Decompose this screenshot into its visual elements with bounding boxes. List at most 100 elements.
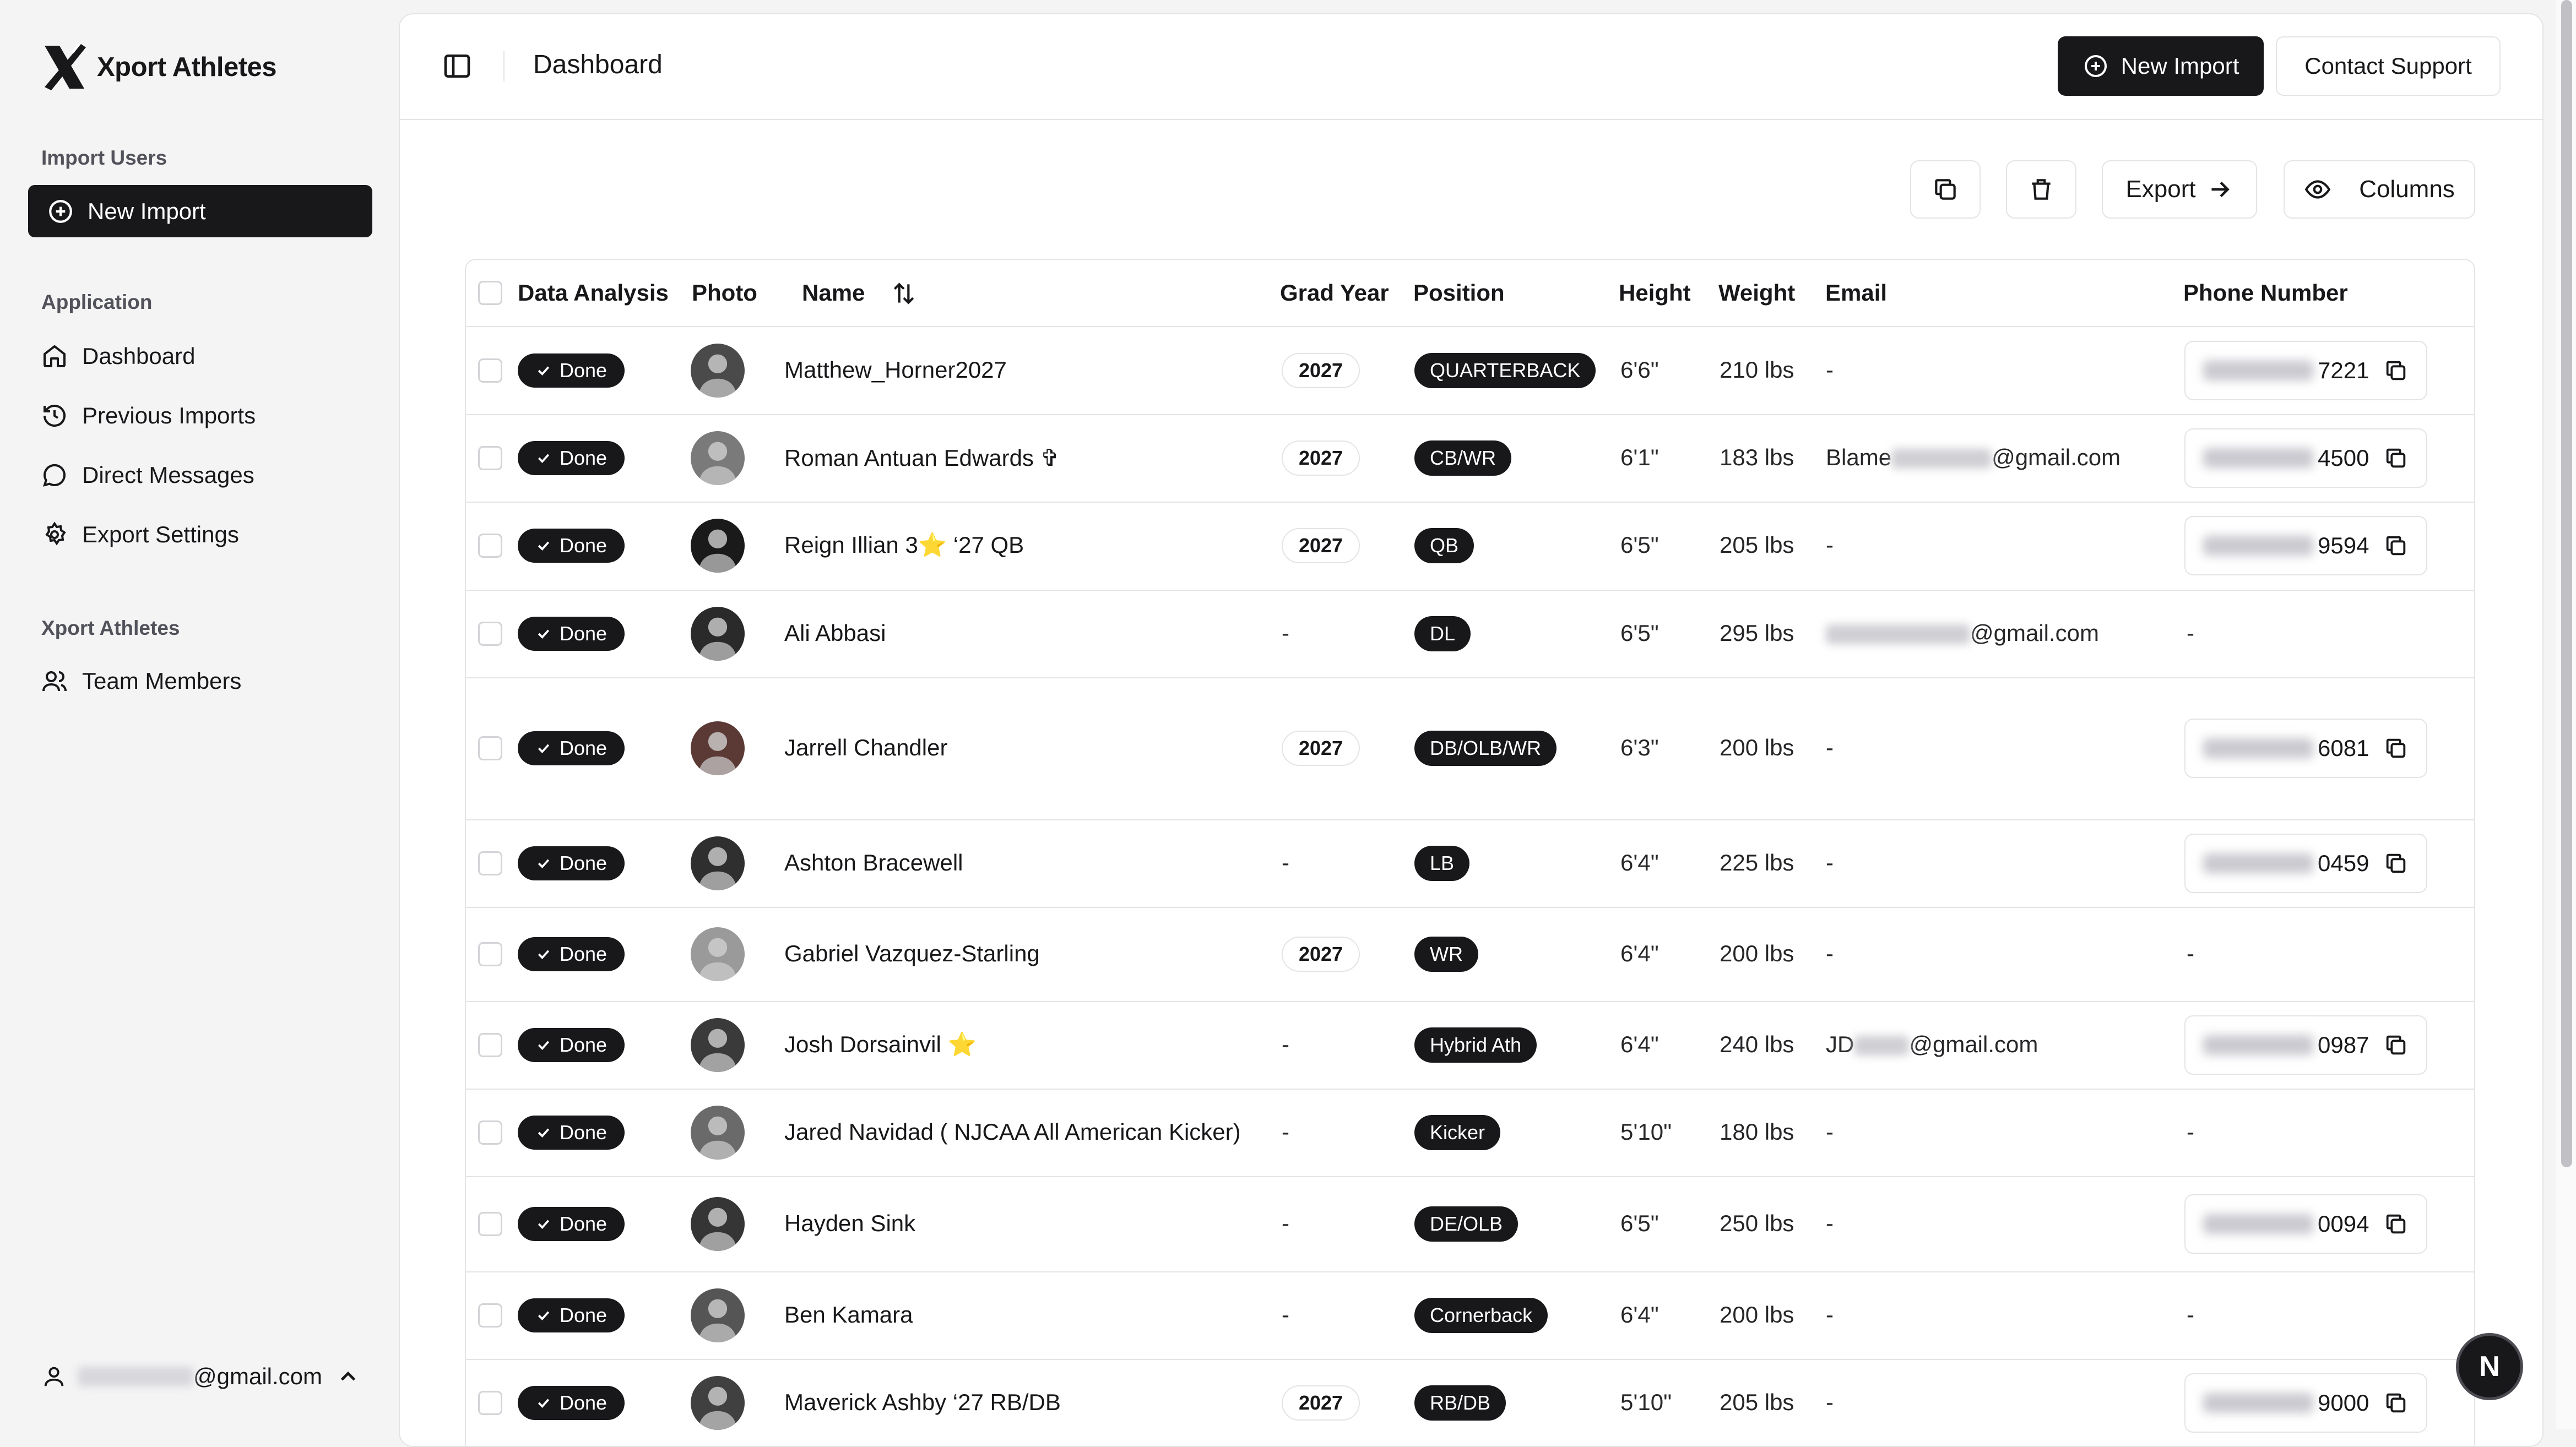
copy-icon[interactable] bbox=[2383, 1032, 2409, 1058]
row-checkbox[interactable] bbox=[478, 1032, 502, 1057]
avatar bbox=[691, 927, 745, 981]
athlete-name[interactable]: Hayden Sink bbox=[784, 1210, 915, 1237]
table-row[interactable]: Done Matthew_Horner2027 2027 QUARTERBACK 6'… bbox=[466, 327, 2474, 415]
position-badge: Kicker bbox=[1414, 1114, 1501, 1150]
phone-redacted bbox=[2203, 1035, 2313, 1055]
sidebar-item-label: Previous Imports bbox=[82, 402, 256, 428]
row-checkbox[interactable] bbox=[478, 621, 502, 646]
athlete-name[interactable]: Maverick Ashby ‘27 RB/DB bbox=[784, 1389, 1061, 1416]
email-value: - bbox=[1826, 850, 1834, 876]
table-row[interactable]: Done Ashton Bracewell - LB 6'4" 225 lbs - 04… bbox=[466, 819, 2474, 908]
check-icon bbox=[538, 1219, 550, 1229]
phone-field[interactable]: 9594 bbox=[2184, 516, 2428, 575]
scroll-thumb[interactable] bbox=[2561, 0, 2572, 1167]
height-value: 6'6" bbox=[1620, 356, 1659, 383]
phone-field[interactable]: 6081 bbox=[2184, 719, 2428, 778]
delete-button[interactable] bbox=[2006, 160, 2076, 219]
sidebar-toggle-icon[interactable] bbox=[442, 51, 473, 81]
assistant-button[interactable]: N bbox=[2459, 1336, 2520, 1397]
email-value: - bbox=[1826, 735, 1834, 761]
grad-year-badge: 2027 bbox=[1282, 352, 1360, 388]
athlete-name[interactable]: Jarrell Chandler bbox=[784, 735, 947, 761]
copy-icon[interactable] bbox=[2383, 1390, 2409, 1416]
position-badge: CB/WR bbox=[1414, 440, 1511, 476]
phone-field[interactable]: 0459 bbox=[2184, 833, 2428, 893]
row-checkbox[interactable] bbox=[478, 358, 502, 383]
copy-icon[interactable] bbox=[2383, 1211, 2409, 1237]
phone-suffix: 0459 bbox=[2318, 850, 2369, 876]
gear-icon bbox=[45, 521, 66, 546]
copy-icon[interactable] bbox=[2383, 851, 2409, 876]
table-row[interactable]: Done Ali Abbasi - DL 6'5" 295 lbs @gmail.com… bbox=[466, 590, 2474, 678]
row-checkbox[interactable] bbox=[478, 445, 502, 470]
table-row[interactable]: Done Jared Navidad ( NJCAA All American … bbox=[466, 1089, 2474, 1177]
section-application: Application bbox=[41, 291, 153, 313]
duplicate-button[interactable] bbox=[1910, 160, 1981, 219]
table-row[interactable]: Done Josh Dorsainvil ⭐️ - Hybrid Ath 6'4" 24… bbox=[466, 1001, 2474, 1090]
grad-year: - bbox=[1282, 1118, 1289, 1145]
sidebar-item-direct-messages[interactable]: Direct Messages bbox=[41, 456, 254, 494]
athlete-name[interactable]: Ali Abbasi bbox=[784, 620, 886, 646]
copy-icon[interactable] bbox=[2383, 736, 2409, 761]
sidebar-item-dashboard[interactable]: Dashboard bbox=[41, 337, 195, 376]
eye-icon bbox=[2304, 180, 2331, 199]
header-new-import-button[interactable]: New Import bbox=[2058, 36, 2264, 96]
table-row[interactable]: Done Maverick Ashby ‘27 RB/DB 2027 RB/DB 5'… bbox=[466, 1359, 2474, 1446]
export-button[interactable]: Export bbox=[2102, 160, 2257, 219]
sort-icon[interactable] bbox=[890, 280, 918, 307]
email-value: JD @gmail.com bbox=[1826, 1031, 2038, 1058]
table-row[interactable]: Done Reign Illian 3⭐️ ‘27 QB 2027 QB 6'5" 20… bbox=[466, 502, 2474, 591]
table-row[interactable]: Done Hayden Sink - DE/OLB 6'5" 250 lbs - 009… bbox=[466, 1176, 2474, 1272]
phone-field[interactable]: 0094 bbox=[2184, 1194, 2428, 1254]
copy-icon[interactable] bbox=[2383, 533, 2409, 558]
status-badge: Done bbox=[518, 616, 625, 651]
athlete-name[interactable]: Reign Illian 3⭐️ ‘27 QB bbox=[784, 532, 1024, 559]
table-row[interactable]: Done Roman Antuan Edwards ✞ 2027 CB/WR 6'1"… bbox=[466, 414, 2474, 503]
trash-icon bbox=[2032, 179, 2051, 200]
phone-suffix: 0094 bbox=[2318, 1210, 2369, 1237]
athlete-name[interactable]: Ben Kamara bbox=[784, 1302, 913, 1328]
table-row[interactable]: Done Ben Kamara - Cornerback 6'4" 200 lbs - … bbox=[466, 1271, 2474, 1360]
row-checkbox[interactable] bbox=[478, 851, 502, 875]
email-value: - bbox=[1826, 1302, 1834, 1328]
columns-button[interactable]: Columns bbox=[2284, 160, 2475, 219]
copy-icon[interactable] bbox=[2383, 358, 2409, 383]
athlete-name[interactable]: Roman Antuan Edwards ✞ bbox=[784, 444, 1060, 471]
position-badge: RB/DB bbox=[1414, 1385, 1506, 1421]
weight-value: 295 lbs bbox=[1720, 619, 1794, 646]
brand[interactable]: Xport Athletes bbox=[40, 40, 277, 95]
sidebar-item-previous-imports[interactable]: Previous Imports bbox=[41, 396, 256, 435]
grad-year-badge: 2027 bbox=[1282, 440, 1360, 476]
row-checkbox[interactable] bbox=[478, 1391, 502, 1415]
contact-support-button[interactable]: Contact Support bbox=[2276, 36, 2501, 96]
col-data-analysis: Data Analysis bbox=[518, 280, 669, 306]
status-label: Done bbox=[559, 534, 608, 557]
copy-icon[interactable] bbox=[2383, 445, 2409, 471]
row-checkbox[interactable] bbox=[478, 1120, 502, 1145]
sidebar-item-team-members[interactable]: Team Members bbox=[41, 662, 241, 700]
user-account-menu[interactable]: @gmail.com bbox=[41, 1357, 361, 1396]
col-name[interactable]: Name bbox=[802, 280, 865, 306]
row-checkbox[interactable] bbox=[478, 1211, 502, 1236]
phone-field[interactable]: 9000 bbox=[2184, 1373, 2428, 1433]
email-value: Blame @gmail.com bbox=[1826, 444, 2121, 471]
sidebar-item-export-settings[interactable]: Export Settings bbox=[41, 515, 239, 554]
sidebar-new-import-button[interactable]: New Import bbox=[28, 185, 372, 237]
athlete-name[interactable]: Ashton Bracewell bbox=[784, 850, 963, 876]
table-row[interactable]: Done Jarrell Chandler 2027 DB/OLB/WR 6'3" 20… bbox=[466, 677, 2474, 820]
athlete-name[interactable]: Josh Dorsainvil ⭐️ bbox=[784, 1031, 977, 1058]
select-all-checkbox[interactable] bbox=[478, 281, 502, 305]
phone-suffix: 9000 bbox=[2318, 1390, 2369, 1416]
row-checkbox[interactable] bbox=[478, 534, 502, 558]
phone-field[interactable]: 0987 bbox=[2184, 1015, 2428, 1075]
row-checkbox[interactable] bbox=[478, 942, 502, 966]
row-checkbox[interactable] bbox=[478, 1303, 502, 1328]
athlete-name[interactable]: Jared Navidad ( NJCAA All American Kicke… bbox=[784, 1119, 1241, 1145]
phone-field[interactable]: 7221 bbox=[2184, 340, 2428, 400]
scrollbar[interactable] bbox=[2556, 0, 2576, 1429]
row-checkbox[interactable] bbox=[478, 736, 502, 760]
phone-field[interactable]: 4500 bbox=[2184, 428, 2428, 488]
table-row[interactable]: Done Gabriel Vazquez-Starling 2027 WR 6'4" 2… bbox=[466, 907, 2474, 1002]
athlete-name[interactable]: Gabriel Vazquez-Starling bbox=[784, 940, 1040, 967]
athlete-name[interactable]: Matthew_Horner2027 bbox=[784, 357, 1007, 383]
